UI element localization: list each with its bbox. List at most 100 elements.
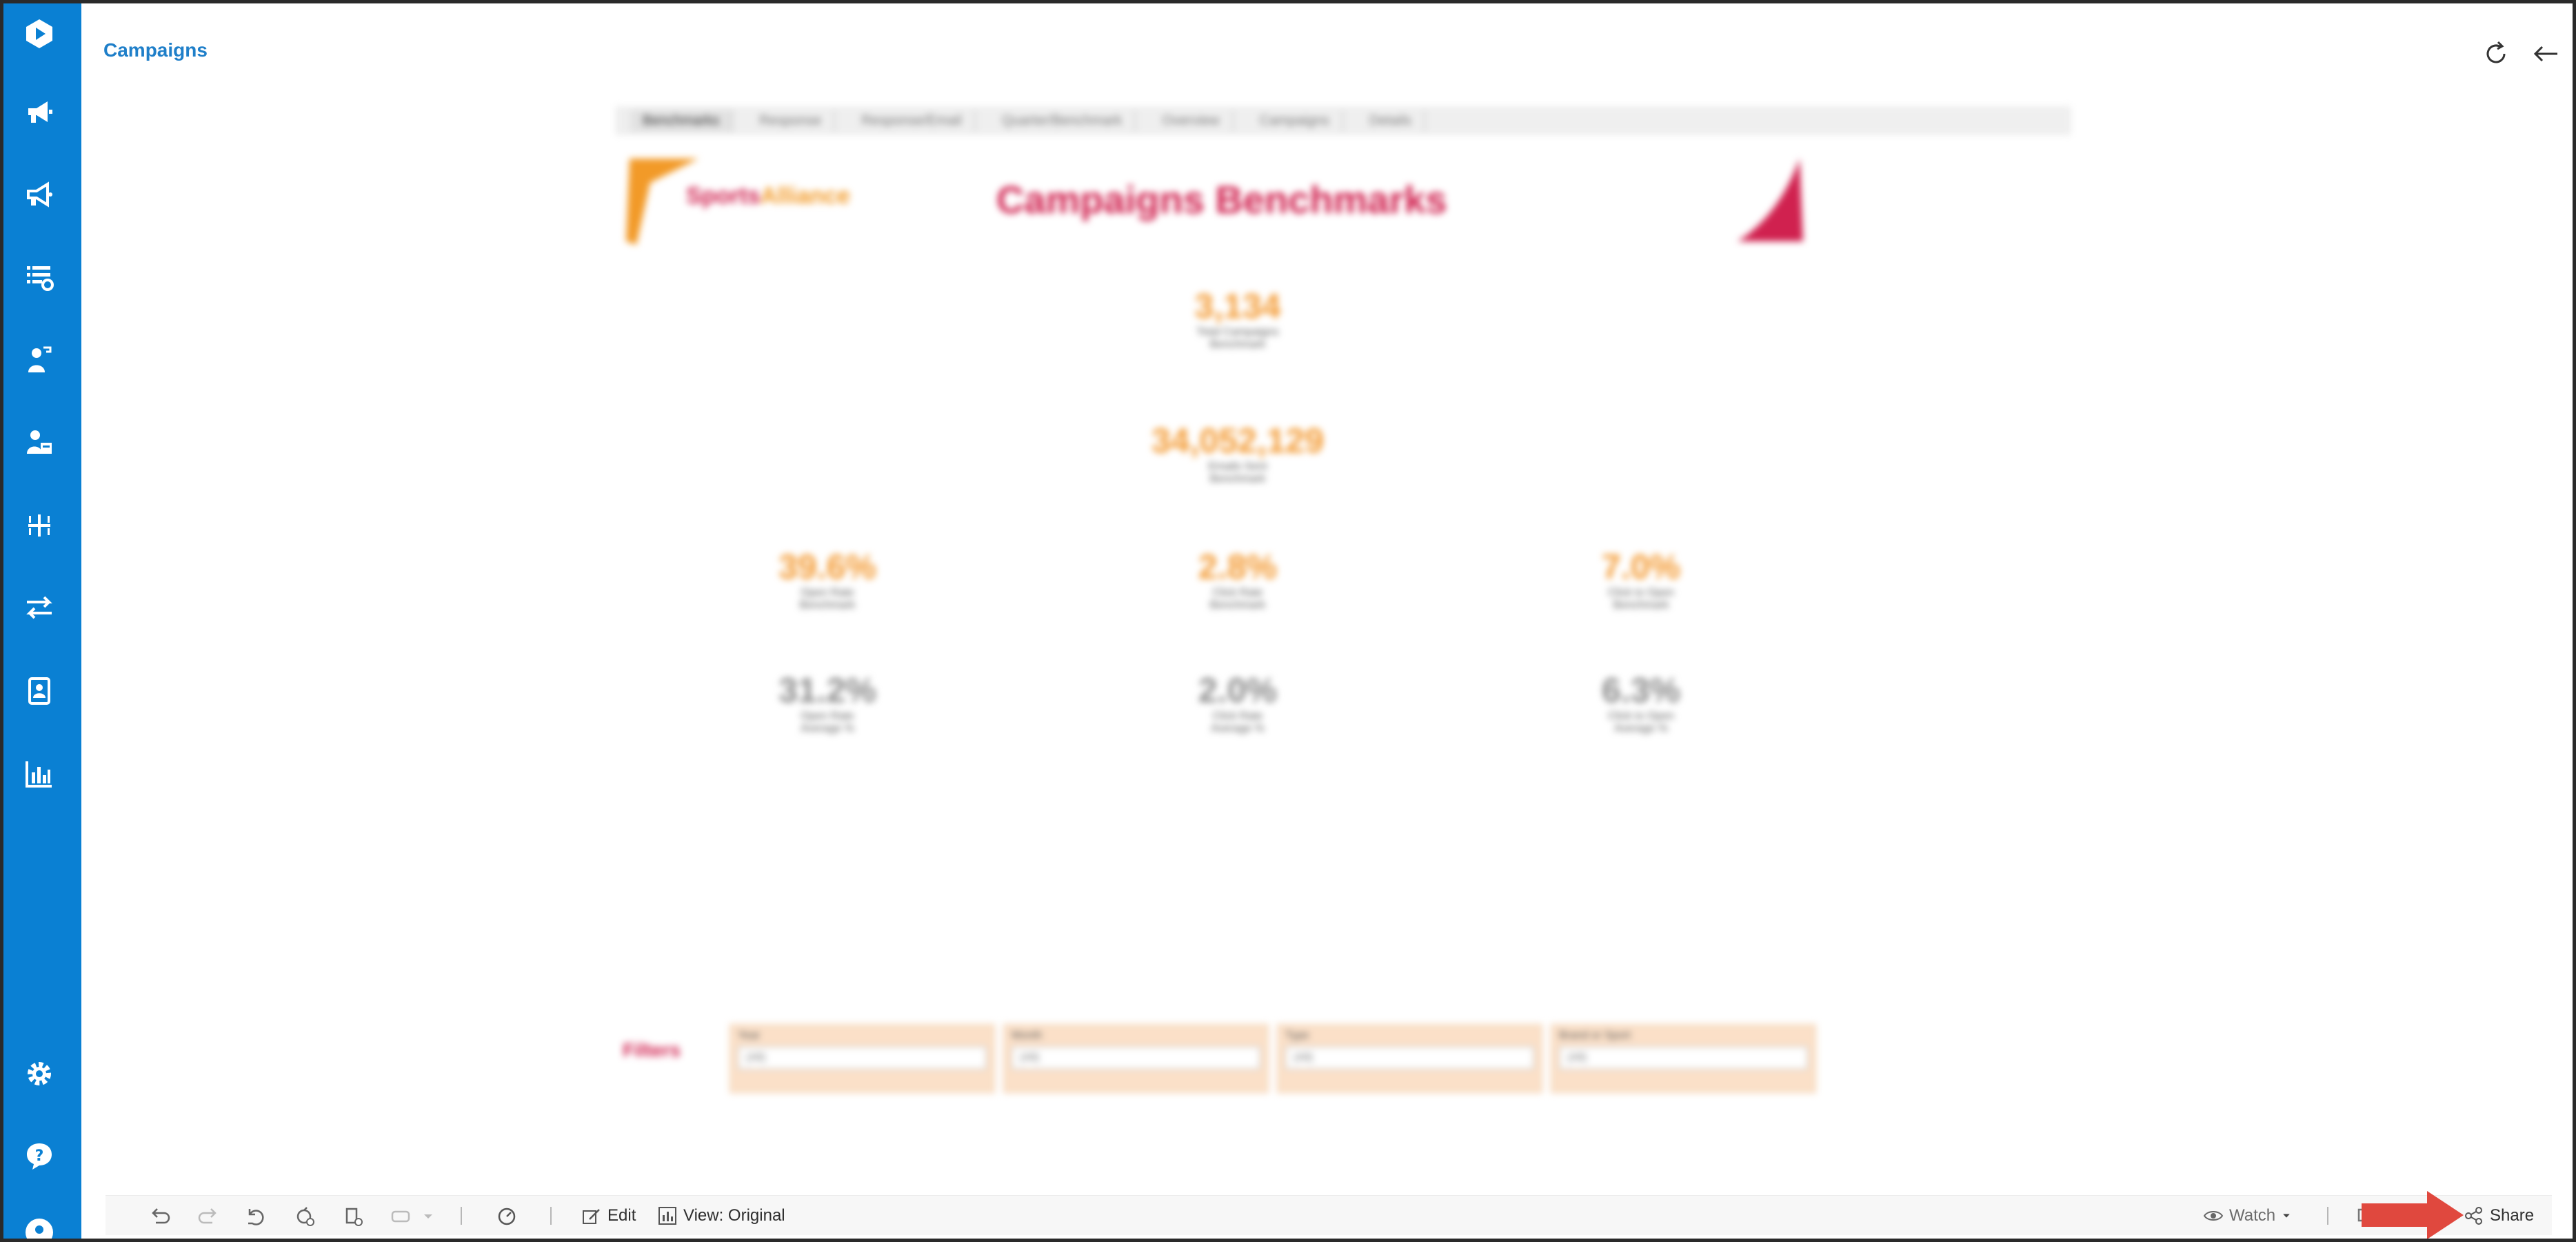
toolbar-divider bbox=[461, 1207, 462, 1225]
watch-button[interactable]: Watch bbox=[2203, 1201, 2292, 1230]
filter-label: Month bbox=[1012, 1030, 1043, 1041]
kpi-card: 31.2% Open Rate Average % bbox=[710, 670, 945, 735]
app-window: ? Campaigns Benchmarks Response Response… bbox=[0, 0, 2576, 1242]
kpi-label: Click to Open bbox=[1607, 710, 1675, 722]
metrics-gauge-icon[interactable] bbox=[493, 1203, 521, 1230]
kpi-value: 34,052,129 bbox=[1151, 421, 1325, 460]
kpi-label: Average % bbox=[1614, 723, 1668, 734]
dashboard-tab[interactable]: Quarter/Benchmark bbox=[989, 110, 1136, 132]
share-icon bbox=[2465, 1207, 2482, 1225]
sidebar: ? bbox=[3, 3, 81, 1239]
kpi-card: 3,134 Total Campaigns Benchmark bbox=[1120, 286, 1355, 351]
kpi-label: Benchmark bbox=[1209, 473, 1266, 485]
redo-icon[interactable] bbox=[195, 1203, 223, 1230]
share-label: Share bbox=[2490, 1206, 2535, 1225]
toolbar-divider bbox=[2327, 1207, 2328, 1225]
contact-book-icon[interactable] bbox=[19, 670, 60, 712]
brand-name-part1: Sports bbox=[686, 183, 761, 209]
help-icon[interactable]: ? bbox=[19, 1135, 60, 1176]
brand-name-part2: Alliance bbox=[760, 183, 851, 209]
bar-chart-icon[interactable] bbox=[19, 753, 60, 794]
filter-select[interactable]: (All) bbox=[1012, 1046, 1260, 1070]
edit-button[interactable]: Edit bbox=[581, 1201, 636, 1230]
eye-icon bbox=[2203, 1211, 2224, 1221]
filter-month[interactable]: Month (All) bbox=[1003, 1024, 1269, 1093]
revert-icon[interactable] bbox=[242, 1203, 270, 1230]
kpi-label: Click Rate bbox=[1212, 710, 1263, 722]
watch-label: Watch bbox=[2229, 1206, 2276, 1225]
kpi-card: 2.0% Click Rate Average % bbox=[1120, 670, 1355, 735]
dashboard-tab[interactable]: Overview bbox=[1149, 110, 1234, 132]
data-source-icon[interactable] bbox=[387, 1203, 414, 1230]
kpi-card: 6.3% Click to Open Average % bbox=[1524, 670, 1758, 735]
kpi-label: Average % bbox=[801, 723, 854, 734]
kpi-label: Total Campaigns bbox=[1196, 326, 1279, 338]
kpi-label: Benchmark bbox=[1613, 599, 1669, 611]
refresh-data-icon[interactable] bbox=[292, 1203, 319, 1230]
kpi-value: 31.2% bbox=[778, 671, 876, 710]
chevron-down-icon[interactable] bbox=[414, 1203, 442, 1230]
brand-logo-right bbox=[1734, 155, 1810, 245]
view-original-button[interactable]: View: Original bbox=[657, 1201, 785, 1230]
filter-year[interactable]: Year (All) bbox=[729, 1024, 995, 1093]
transfer-arrows-icon[interactable] bbox=[19, 587, 60, 628]
dashboard-tab[interactable]: Response/Email bbox=[849, 110, 976, 132]
svg-text:?: ? bbox=[35, 1148, 44, 1165]
dashboard-tabs: Benchmarks Response Response/Email Quart… bbox=[616, 107, 2071, 134]
kpi-card: 2.8% Click Rate Benchmark bbox=[1120, 547, 1355, 612]
dashboard-tab[interactable]: Response bbox=[747, 110, 836, 132]
tableau-icon[interactable] bbox=[19, 505, 60, 546]
kpi-label: Click Rate bbox=[1212, 587, 1263, 599]
filter-label: Year bbox=[738, 1030, 761, 1041]
filter-select[interactable]: (All) bbox=[738, 1046, 987, 1070]
kpi-value: 2.8% bbox=[1198, 548, 1277, 586]
toolbar-divider bbox=[550, 1207, 552, 1225]
back-arrow-icon[interactable] bbox=[2528, 37, 2563, 71]
refresh-icon[interactable] bbox=[2479, 37, 2513, 71]
view-label: View: Original bbox=[683, 1206, 785, 1225]
app-logo-icon[interactable] bbox=[19, 13, 60, 54]
kpi-card: 7.0% Click to Open Benchmark bbox=[1524, 547, 1758, 612]
dashboard-tab[interactable]: Details bbox=[1357, 110, 1426, 132]
filters-label: Filters bbox=[623, 1039, 681, 1061]
embedded-dashboard[interactable]: Benchmarks Response Response/Email Quart… bbox=[610, 100, 2086, 1107]
person-card-icon[interactable] bbox=[19, 422, 60, 463]
kpi-label: Benchmark bbox=[799, 599, 856, 611]
bottom-toolbar: Edit View: Original Watch Share bbox=[105, 1195, 2552, 1235]
undo-icon[interactable] bbox=[145, 1203, 173, 1230]
filter-select[interactable]: (All) bbox=[1559, 1046, 1808, 1070]
chevron-down-icon bbox=[2283, 1214, 2290, 1218]
kpi-value: 39.6% bbox=[778, 548, 876, 586]
dashboard-tab[interactable]: Benchmarks bbox=[630, 110, 734, 132]
dashboard-title: Campaigns Benchmarks bbox=[996, 178, 1447, 221]
filter-select[interactable]: (All) bbox=[1285, 1046, 1534, 1070]
kpi-label: Open Rate bbox=[801, 587, 854, 599]
edit-icon bbox=[583, 1209, 600, 1224]
filter-brand-or-sport[interactable]: Brand or Sport (All) bbox=[1551, 1024, 1816, 1093]
person-key-icon[interactable] bbox=[19, 339, 60, 381]
page-title: Campaigns bbox=[103, 39, 208, 61]
dashboard-tab[interactable]: Campaigns bbox=[1247, 110, 1343, 132]
kpi-value: 3,134 bbox=[1194, 287, 1281, 325]
list-settings-icon[interactable] bbox=[19, 256, 60, 297]
megaphone-outline-icon[interactable] bbox=[19, 174, 60, 215]
kpi-label: Open Rate bbox=[801, 710, 854, 722]
kpi-label: Benchmark bbox=[1209, 599, 1266, 611]
view-chart-icon bbox=[658, 1207, 676, 1225]
filter-type[interactable]: Type (All) bbox=[1277, 1024, 1542, 1093]
kpi-value: 7.0% bbox=[1602, 548, 1680, 586]
brand-name: SportsAlliance bbox=[686, 183, 850, 210]
kpi-card: 34,052,129 Emails Sent Benchmark bbox=[1120, 421, 1355, 485]
kpi-label: Benchmark bbox=[1209, 339, 1266, 350]
edit-label: Edit bbox=[607, 1206, 636, 1225]
kpi-value: 6.3% bbox=[1602, 671, 1680, 710]
pause-updates-icon[interactable] bbox=[340, 1203, 368, 1230]
filter-label: Type bbox=[1285, 1030, 1309, 1041]
megaphone-icon[interactable] bbox=[19, 91, 60, 132]
user-profile-icon[interactable] bbox=[19, 1212, 60, 1239]
kpi-label: Average % bbox=[1211, 723, 1265, 734]
share-button[interactable]: Share bbox=[2464, 1201, 2534, 1230]
annotation-arrow bbox=[2362, 1190, 2465, 1239]
gear-icon[interactable] bbox=[19, 1053, 60, 1094]
kpi-label: Emails Sent bbox=[1208, 461, 1267, 472]
